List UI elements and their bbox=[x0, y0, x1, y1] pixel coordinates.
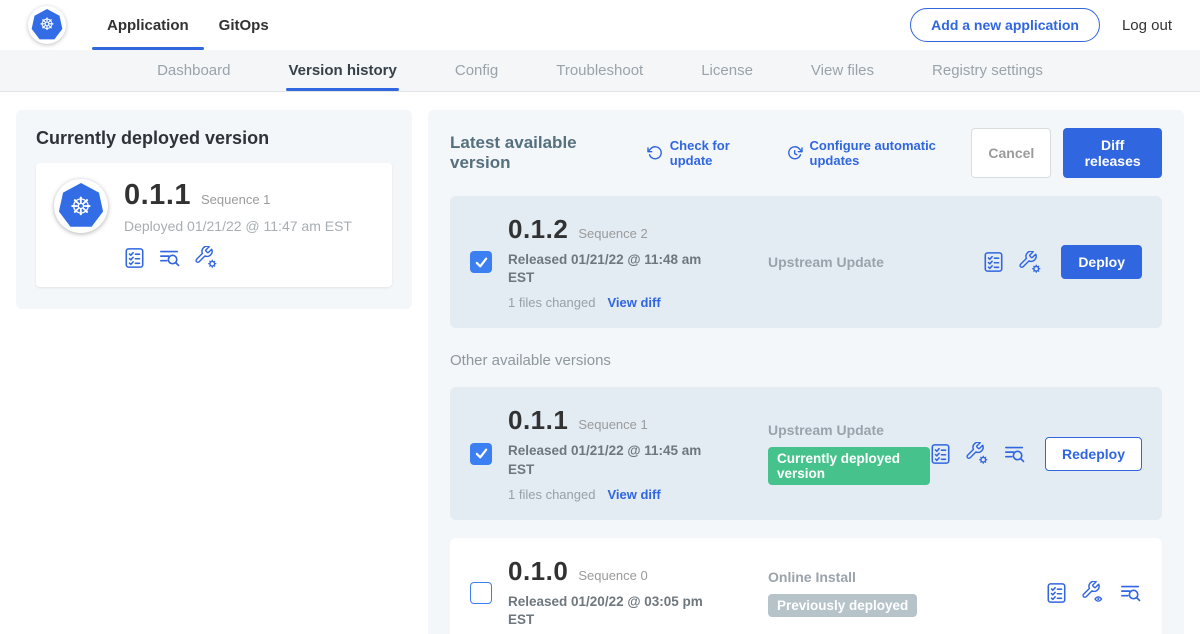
preflight-checks-icon[interactable] bbox=[930, 443, 951, 465]
app-icon: ☸ bbox=[54, 179, 108, 233]
version-checkbox[interactable] bbox=[470, 251, 492, 273]
released-timestamp: Released 01/20/22 @ 03:05 pm EST bbox=[508, 593, 708, 629]
subnav-license[interactable]: License bbox=[701, 50, 753, 91]
deploy-button[interactable]: Deploy bbox=[1061, 245, 1142, 279]
sequence-label: Sequence 0 bbox=[578, 568, 647, 583]
version-checkbox[interactable] bbox=[470, 582, 492, 604]
currently-deployed-badge: Currently deployed version bbox=[768, 447, 930, 485]
view-config-icon[interactable] bbox=[1082, 581, 1105, 604]
edit-config-icon[interactable] bbox=[1019, 251, 1042, 274]
preflight-checks-icon[interactable] bbox=[1046, 582, 1067, 604]
released-timestamp: Released 01/21/22 @ 11:45 am EST bbox=[508, 442, 708, 478]
version-number: 0.1.0 bbox=[508, 556, 568, 587]
edit-config-icon[interactable] bbox=[195, 246, 218, 269]
version-row-0-1-0: 0.1.0 Sequence 0 Released 01/20/22 @ 03:… bbox=[450, 538, 1162, 634]
subnav-view-files[interactable]: View files bbox=[811, 50, 874, 91]
sequence-label: Sequence 1 bbox=[578, 417, 647, 432]
add-application-button[interactable]: Add a new application bbox=[910, 8, 1100, 42]
kubernetes-logo-icon: ☸ bbox=[31, 9, 63, 41]
main-content: Currently deployed version ☸ 0.1.1 Seque… bbox=[0, 92, 1200, 634]
check-for-update-link[interactable]: Check for update bbox=[647, 138, 765, 168]
preflight-checks-icon[interactable] bbox=[983, 251, 1004, 273]
subnav-dashboard[interactable]: Dashboard bbox=[157, 50, 230, 91]
released-timestamp: Released 01/21/22 @ 11:48 am EST bbox=[508, 251, 708, 287]
app-sub-nav: Dashboard Version history Config Trouble… bbox=[0, 50, 1200, 92]
topnav-right: Add a new application Log out bbox=[910, 8, 1172, 42]
top-nav: ☸ Application GitOps Add a new applicati… bbox=[0, 0, 1200, 50]
view-diff-link[interactable]: View diff bbox=[607, 487, 660, 502]
deployed-version-card: ☸ 0.1.1 Sequence 1 Deployed 01/21/22 @ 1… bbox=[36, 163, 392, 287]
redeploy-button[interactable]: Redeploy bbox=[1045, 437, 1142, 471]
subnav-version-history[interactable]: Version history bbox=[288, 50, 396, 91]
subnav-registry-settings[interactable]: Registry settings bbox=[932, 50, 1043, 91]
clock-refresh-icon bbox=[787, 145, 803, 161]
tab-gitops[interactable]: GitOps bbox=[204, 0, 284, 50]
checkmark-icon bbox=[473, 445, 490, 462]
files-changed-label: 1 files changed bbox=[508, 487, 595, 502]
version-source-label: Upstream Update bbox=[768, 254, 983, 270]
version-row-0-1-2: 0.1.2 Sequence 2 Released 01/21/22 @ 11:… bbox=[450, 196, 1162, 328]
deployed-timestamp: Deployed 01/21/22 @ 11:47 am EST bbox=[124, 218, 352, 234]
files-changed-label: 1 files changed bbox=[508, 295, 595, 310]
view-logs-icon[interactable] bbox=[159, 247, 181, 268]
version-number: 0.1.2 bbox=[508, 214, 568, 245]
currently-deployed-panel: Currently deployed version ☸ 0.1.1 Seque… bbox=[16, 110, 412, 309]
edit-config-icon[interactable] bbox=[966, 442, 989, 465]
logout-button[interactable]: Log out bbox=[1122, 17, 1172, 34]
cancel-button[interactable]: Cancel bbox=[971, 128, 1051, 178]
version-source-label: Upstream Update bbox=[768, 422, 930, 438]
version-row-0-1-1: 0.1.1 Sequence 1 Released 01/21/22 @ 11:… bbox=[450, 387, 1162, 519]
version-source-label: Online Install bbox=[768, 569, 1046, 585]
view-logs-icon[interactable] bbox=[1004, 443, 1026, 464]
subnav-troubleshoot[interactable]: Troubleshoot bbox=[556, 50, 643, 91]
deployed-version-number: 0.1.1 bbox=[124, 179, 191, 212]
diff-releases-button[interactable]: Diff releases bbox=[1063, 128, 1162, 178]
refresh-icon bbox=[647, 145, 663, 161]
app-logo: ☸ bbox=[28, 6, 66, 44]
currently-deployed-title: Currently deployed version bbox=[36, 128, 392, 149]
version-number: 0.1.1 bbox=[508, 405, 568, 436]
version-checkbox[interactable] bbox=[470, 443, 492, 465]
app-tabs: Application GitOps bbox=[92, 0, 284, 50]
previously-deployed-badge: Previously deployed bbox=[768, 594, 917, 617]
latest-available-title: Latest available version bbox=[450, 133, 625, 173]
view-logs-icon[interactable] bbox=[1120, 582, 1142, 603]
view-diff-link[interactable]: View diff bbox=[607, 295, 660, 310]
kubernetes-logo-icon: ☸ bbox=[58, 183, 104, 229]
preflight-checks-icon[interactable] bbox=[124, 247, 145, 269]
available-versions-header: Latest available version Check for updat… bbox=[450, 128, 1162, 178]
sequence-label: Sequence 2 bbox=[578, 226, 647, 241]
available-versions-panel: Latest available version Check for updat… bbox=[428, 110, 1184, 634]
deployed-sequence-label: Sequence 1 bbox=[201, 192, 270, 207]
configure-automatic-updates-link[interactable]: Configure automatic updates bbox=[787, 138, 972, 168]
subnav-config[interactable]: Config bbox=[455, 50, 498, 91]
checkmark-icon bbox=[473, 254, 490, 271]
other-versions-title: Other available versions bbox=[450, 352, 1162, 369]
tab-application[interactable]: Application bbox=[92, 0, 204, 50]
